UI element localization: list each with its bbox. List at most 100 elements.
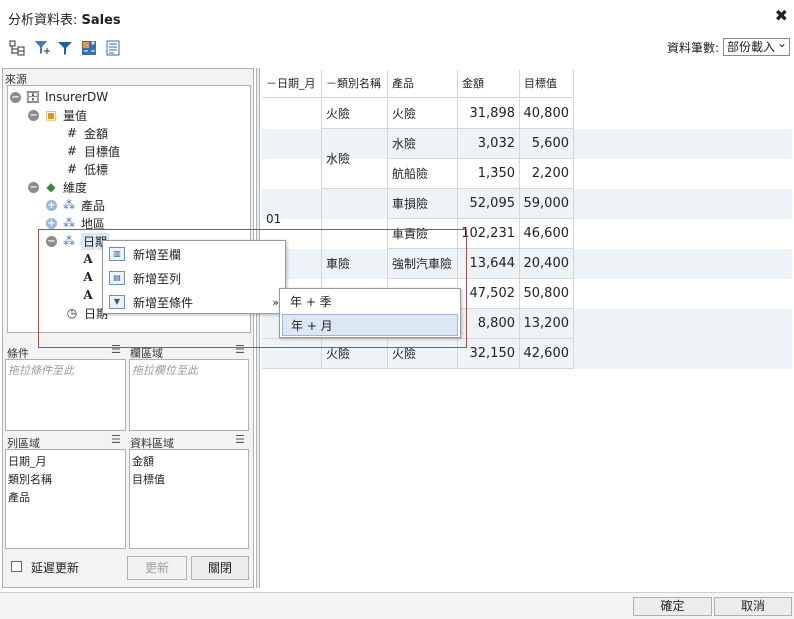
header-category[interactable]: －類別名稱 — [322, 70, 388, 98]
cell-target[interactable]: 46,600 — [520, 219, 574, 249]
context-menu: ▥ 新增至欄 ▤ 新增至列 ▼ 新增至條件 » — [102, 240, 286, 314]
filter-add-icon[interactable] — [34, 40, 50, 56]
expand-icon[interactable]: + — [46, 217, 57, 229]
row-area[interactable]: 日期_月 類別名稱 產品 — [5, 449, 126, 549]
attribute-icon: A — [83, 252, 93, 266]
tree-node-measure[interactable]: # 目標值 — [64, 142, 120, 160]
cell-target[interactable]: 5,600 — [520, 129, 574, 159]
column-menu-icon[interactable]: ☰ — [235, 343, 245, 356]
hierarchy-icon: ⁂ — [63, 234, 75, 248]
data-area-item[interactable]: 目標值 — [132, 471, 165, 487]
pane-splitter[interactable] — [256, 68, 260, 588]
condition-area[interactable]: 拖拉條件至此 — [5, 359, 126, 431]
menu-item-label: 新增至條件 — [133, 295, 194, 310]
header-product[interactable]: 產品 — [388, 70, 458, 98]
condition-hint: 拖拉條件至此 — [8, 364, 74, 377]
tree-measure-label: 目標值 — [84, 144, 121, 159]
tree-node-date[interactable]: − ⁂ 日期 — [46, 232, 110, 250]
cell-amount[interactable]: 13,644 — [458, 249, 520, 279]
tree-node-measure[interactable]: # 低標 — [64, 160, 108, 178]
expand-icon[interactable]: + — [46, 199, 57, 211]
hierarchy-icon: ⁂ — [63, 216, 75, 230]
collapse-icon[interactable]: − — [28, 181, 39, 193]
tree-layout-icon[interactable] — [9, 40, 25, 56]
data-area[interactable]: 金額 目標值 — [129, 449, 249, 549]
tree-node-region[interactable]: + ⁂ 地區 — [46, 214, 105, 232]
cell-target[interactable]: 42,600 — [520, 339, 574, 369]
menu-item-add-row[interactable]: ▤ 新增至列 — [103, 266, 285, 290]
tree-dim-label: 地區 — [81, 216, 106, 231]
report-icon[interactable] — [105, 40, 121, 56]
hash-icon: # — [66, 144, 78, 158]
cell-product[interactable]: 車責險 — [388, 219, 458, 249]
tree-node-dimensions[interactable]: − ◆ 維度 — [28, 178, 87, 196]
column-hint: 拖拉欄位至此 — [132, 364, 198, 377]
collapse-icon[interactable]: − — [10, 91, 21, 103]
tree-measure-label: 金額 — [84, 126, 109, 141]
menu-item-add-column[interactable]: ▥ 新增至欄 — [103, 242, 285, 266]
menu-item-add-condition[interactable]: ▼ 新增至條件 » — [103, 290, 285, 314]
cell-amount[interactable]: 47,502 — [458, 279, 520, 309]
filter-icon[interactable] — [57, 40, 73, 56]
row-area-item[interactable]: 產品 — [8, 489, 30, 505]
cell-amount[interactable]: 8,800 — [458, 309, 520, 339]
cell-target[interactable]: 2,200 — [520, 159, 574, 189]
column-area[interactable]: 拖拉欄位至此 — [129, 359, 249, 431]
cell-target[interactable]: 13,200 — [520, 309, 574, 339]
tree-node-root[interactable]: − 🗄 InsurerDW — [10, 88, 108, 106]
row-area-item[interactable]: 類別名稱 — [8, 471, 52, 487]
cell-amount[interactable]: 52,095 — [458, 189, 520, 219]
delay-update-checkbox[interactable] — [11, 561, 22, 572]
cell-product[interactable]: 車損險 — [388, 189, 458, 219]
submenu-item-year-month[interactable]: 年 + 月 — [282, 314, 458, 336]
cell-product[interactable]: 水險 — [388, 129, 458, 159]
header-amount[interactable]: 金額 — [458, 70, 520, 98]
collapse-icon[interactable]: − — [28, 109, 39, 121]
submenu-item-year-quarter[interactable]: 年 + 季 — [282, 291, 458, 313]
database-icon: 🗄 — [25, 90, 41, 104]
data-menu-icon[interactable]: ☰ — [235, 433, 245, 446]
tree-node-measure[interactable]: # 金額 — [64, 124, 108, 142]
cell-category[interactable]: 火險 — [322, 99, 388, 129]
row-area-item[interactable]: 日期_月 — [8, 453, 47, 469]
cell-target[interactable]: 50,800 — [520, 279, 574, 309]
cell-product[interactable]: 火險 — [388, 99, 458, 129]
cell-target[interactable]: 59,000 — [520, 189, 574, 219]
collapse-icon[interactable]: − — [46, 235, 57, 247]
cell-amount[interactable]: 32,150 — [458, 339, 520, 369]
menu-item-label: 新增至列 — [133, 271, 182, 286]
attribute-icon: A — [83, 288, 93, 302]
cell-amount[interactable]: 3,032 — [458, 129, 520, 159]
data-area-item[interactable]: 金額 — [132, 453, 154, 469]
calculator-icon[interactable] — [81, 40, 97, 56]
bottom-controls: 延遲更新 更新 關閉 — [7, 555, 251, 581]
cell-amount[interactable]: 31,898 — [458, 99, 520, 129]
cell-category[interactable]: 火險 — [322, 339, 388, 369]
title-bar: 分析資料表: Sales ✖ — [0, 0, 794, 34]
update-button[interactable]: 更新 — [127, 556, 187, 580]
cell-product[interactable]: 強制汽車險 — [388, 249, 458, 279]
condition-menu-icon[interactable]: ☰ — [111, 343, 121, 356]
close-button[interactable]: 關閉 — [191, 556, 249, 580]
cell-product[interactable]: 火險 — [388, 339, 458, 369]
menu-item-label: 新增至欄 — [133, 247, 182, 262]
cancel-button[interactable]: 取消 — [714, 597, 792, 616]
ok-button[interactable]: 確定 — [633, 597, 712, 616]
tree-dim-label: 產品 — [81, 198, 106, 213]
close-icon[interactable]: ✖ — [775, 6, 788, 25]
header-target[interactable]: 目標值 — [520, 70, 574, 98]
cell-amount[interactable]: 102,231 — [458, 219, 520, 249]
submenu: 年 + 季 年 + 月 — [279, 288, 461, 338]
cell-product[interactable]: 航船險 — [388, 159, 458, 189]
tree-node-measures[interactable]: − ▣ 量值 — [28, 106, 87, 124]
header-month[interactable]: －日期_月 — [262, 70, 322, 98]
cell-target[interactable]: 20,400 — [520, 249, 574, 279]
measures-folder-icon: ▣ — [45, 108, 57, 122]
row-menu-icon[interactable]: ☰ — [111, 433, 121, 446]
records-select[interactable]: 部份載入 — [722, 35, 790, 56]
cell-target[interactable]: 40,800 — [520, 99, 574, 129]
tree-node-product[interactable]: + ⁂ 產品 — [46, 196, 105, 214]
cell-month-empty — [262, 339, 322, 369]
cell-amount[interactable]: 1,350 — [458, 159, 520, 189]
cell-category[interactable]: 水險 — [322, 129, 388, 189]
